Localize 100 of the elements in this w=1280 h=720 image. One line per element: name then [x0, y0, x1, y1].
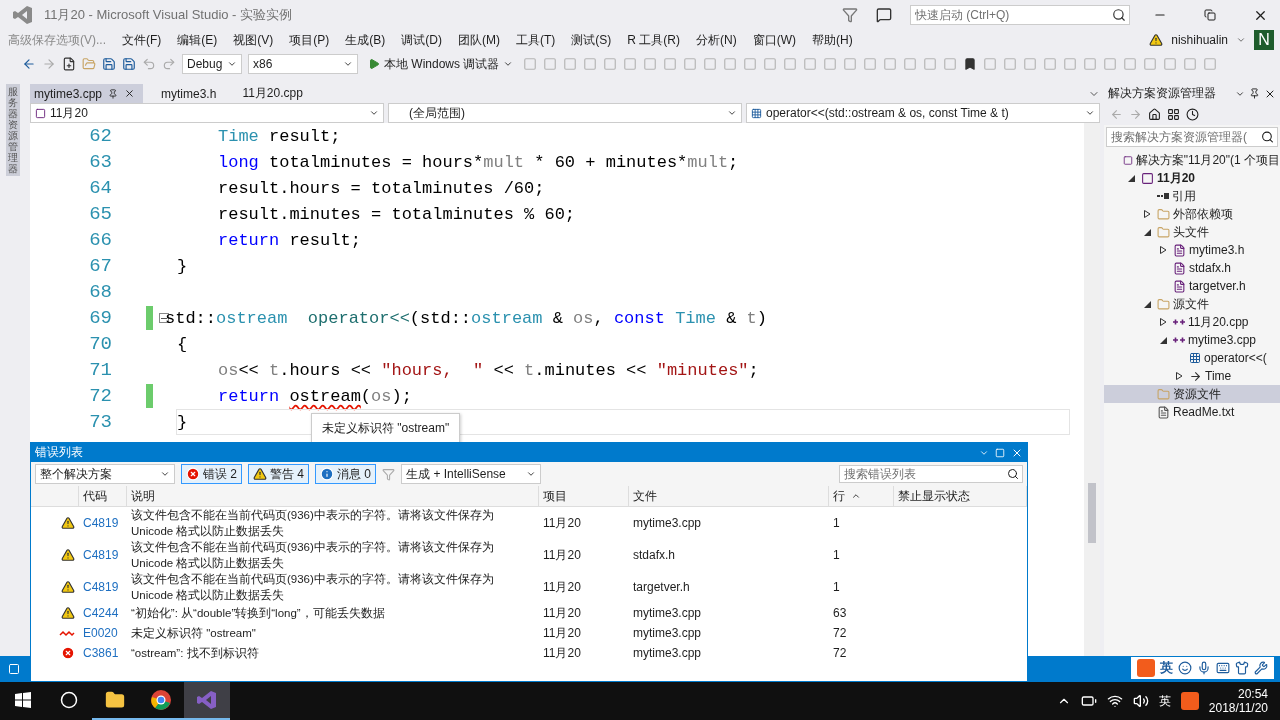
column-header[interactable]: 说明	[127, 486, 539, 506]
search-field[interactable]: 搜索错误列表	[839, 465, 1023, 483]
back-icon[interactable]	[22, 57, 36, 71]
document-tab[interactable]: 11月20.cpp	[238, 84, 311, 103]
menu-item[interactable]: 文件(F)	[114, 31, 170, 49]
tree-item[interactable]: operator<<(	[1104, 349, 1280, 367]
caret-icon[interactable]	[1236, 35, 1246, 45]
filter-icon[interactable]	[842, 7, 858, 23]
filter-button[interactable]: 警告 4	[248, 464, 310, 484]
column-header[interactable]: 行	[829, 486, 894, 506]
clock[interactable]: 20:54 2018/11/20	[1208, 687, 1268, 715]
keyboard-icon[interactable]	[1216, 661, 1230, 675]
new-file-icon[interactable]	[62, 57, 76, 71]
user-name[interactable]: nishihualin	[1163, 33, 1236, 47]
pin-icon[interactable]	[108, 88, 119, 99]
menu-item[interactable]: 项目(P)	[281, 31, 338, 49]
tree-item[interactable]: Time	[1104, 367, 1280, 385]
caret-icon[interactable]	[160, 469, 170, 479]
error-code-link[interactable]: C4244	[79, 603, 127, 623]
volume-icon[interactable]	[1132, 693, 1149, 709]
ime-icon[interactable]	[1180, 692, 1199, 710]
battery-icon[interactable]	[1080, 693, 1097, 709]
menu-item[interactable]: 窗口(W)	[744, 31, 804, 49]
folder-icon[interactable]	[105, 690, 125, 710]
run-button[interactable]: 本地 Windows 调试器	[364, 55, 518, 73]
error-code-link[interactable]: E0020	[79, 623, 127, 643]
source-dropdown[interactable]: 生成 + IntelliSense	[401, 464, 542, 484]
home-icon[interactable]	[1148, 107, 1161, 121]
tree-item[interactable]: 11月20.cpp	[1104, 313, 1280, 331]
close-icon[interactable]	[124, 88, 136, 99]
menu-item[interactable]: 测试(S)	[563, 31, 620, 49]
browser-icon[interactable]	[150, 689, 172, 711]
menu-item[interactable]: 编辑(E)	[169, 31, 226, 49]
member-dropdown[interactable]: operator<<(std::ostream & os, const Time & t)	[746, 103, 1100, 123]
tree-item[interactable]: mytime3.h	[1104, 241, 1280, 259]
tree-item[interactable]: stdafx.h	[1104, 259, 1280, 277]
column-header[interactable]: 文件	[629, 486, 829, 506]
configuration-dropdown[interactable]: Debug	[182, 54, 242, 74]
collapsed-arrow-icon[interactable]	[1160, 246, 1167, 254]
microphone-icon[interactable]	[1197, 661, 1211, 675]
column-header[interactable]: 禁止显示状态	[894, 486, 1027, 506]
caret-icon[interactable]	[369, 108, 379, 118]
caret-icon[interactable]	[343, 59, 353, 69]
tree-item[interactable]: ReadMe.txt	[1104, 403, 1280, 421]
search-field[interactable]: 搜索解决方案资源管理器(	[1106, 127, 1278, 147]
scrollbar[interactable]	[1084, 123, 1100, 656]
caret-icon[interactable]	[526, 469, 537, 479]
collapsed-arrow-icon[interactable]	[1176, 372, 1183, 380]
project-dropdown[interactable]: 11月20	[30, 103, 384, 123]
menu-item[interactable]: 生成(B)	[337, 31, 394, 49]
pin-icon[interactable]	[1249, 88, 1260, 99]
error-code-link[interactable]: C4819	[79, 545, 127, 565]
studio-icon[interactable]	[196, 689, 218, 711]
expanded-arrow-icon[interactable]	[1144, 228, 1151, 236]
windows-start-icon[interactable]	[15, 692, 31, 708]
menu-item[interactable]: 视图(V)	[225, 31, 282, 49]
history-icon[interactable]	[1186, 107, 1199, 121]
document-tab[interactable]: mytime3.cpp	[30, 84, 144, 103]
network-icon[interactable]	[1106, 693, 1123, 709]
side-tab[interactable]: 服务器资源管理器	[6, 84, 20, 176]
scope-dropdown[interactable]: 整个解决方案	[35, 464, 175, 484]
ime-mode[interactable]: 英	[1160, 659, 1173, 677]
tree-item[interactable]: 外部依赖项	[1104, 205, 1280, 223]
tree-item[interactable]: 头文件	[1104, 223, 1280, 241]
scope-dropdown[interactable]: (全局范围)	[388, 103, 742, 123]
warning-icon[interactable]	[1149, 33, 1164, 47]
menu-item[interactable]: 工具(T)	[508, 31, 564, 49]
caret-icon[interactable]	[503, 59, 514, 69]
tree-item[interactable]: 11月20	[1104, 169, 1280, 187]
user-avatar[interactable]: N	[1254, 30, 1274, 50]
save-all-icon[interactable]	[122, 57, 136, 71]
tree-item[interactable]: targetver.h	[1104, 277, 1280, 295]
save-icon[interactable]	[102, 57, 116, 71]
caret-icon[interactable]	[227, 59, 237, 69]
collapsed-arrow-icon[interactable]	[1160, 318, 1167, 326]
error-code-link[interactable]: C4819	[79, 577, 127, 597]
settings-icon[interactable]	[1254, 661, 1268, 675]
platform-dropdown[interactable]: x86	[248, 54, 358, 74]
bookmark-icon[interactable]	[963, 57, 978, 71]
tree-item[interactable]: mytime3.cpp	[1104, 331, 1280, 349]
collapsed-arrow-icon[interactable]	[1144, 210, 1151, 218]
language-indicator[interactable]: 英	[1158, 692, 1171, 710]
tree-item[interactable]: 资源文件	[1104, 385, 1280, 403]
quick-launch-field[interactable]: 快速启动 (Ctrl+Q)	[910, 5, 1130, 25]
expanded-arrow-icon[interactable]	[1160, 336, 1167, 344]
error-code-link[interactable]: C3861	[79, 643, 127, 663]
column-header[interactable]: 项目	[539, 486, 629, 506]
restore-icon[interactable]	[1204, 9, 1216, 21]
sync-icon[interactable]	[1167, 107, 1180, 121]
emoji-icon[interactable]	[1178, 661, 1192, 675]
menu-item[interactable]: 团队(M)	[450, 31, 508, 49]
filter-button[interactable]: 错误 2	[181, 464, 242, 484]
tree-item[interactable]: 引用	[1104, 187, 1280, 205]
maximize-icon[interactable]	[995, 447, 1005, 458]
skin-icon[interactable]	[1235, 661, 1249, 675]
error-code-link[interactable]: C4819	[79, 513, 127, 533]
menu-item[interactable]: R 工具(R)	[619, 31, 688, 49]
caret-icon[interactable]	[1085, 108, 1095, 118]
search-icon[interactable]	[60, 691, 78, 709]
tree-item[interactable]: 解决方案"11月20"(1 个项目	[1104, 151, 1280, 169]
